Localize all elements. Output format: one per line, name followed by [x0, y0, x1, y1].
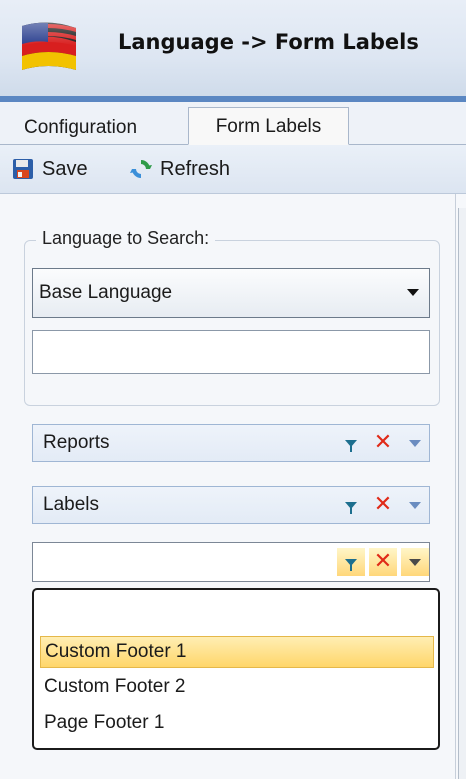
save-icon: [13, 159, 33, 179]
language-search-label: Language to Search:: [36, 228, 216, 249]
label-dropdown-list: Custom Footer 1 Custom Footer 2 Page Foo…: [32, 588, 440, 750]
chevron-down-icon: [407, 289, 419, 296]
filter-icon[interactable]: [337, 548, 365, 576]
list-item[interactable]: Custom Footer 2: [40, 672, 434, 704]
tab-configuration[interactable]: Configuration: [14, 112, 147, 144]
search-input[interactable]: [32, 330, 430, 374]
header-bar: Language -> Form Labels: [0, 0, 466, 102]
toolbar: Save Refresh: [0, 145, 466, 194]
reports-filter-label: Reports: [43, 432, 110, 453]
language-select[interactable]: Base Language: [32, 268, 430, 318]
labels-filter-label: Labels: [43, 494, 99, 515]
refresh-button[interactable]: Refresh: [130, 155, 230, 183]
refresh-icon: [130, 160, 152, 178]
page-title: Language -> Form Labels: [118, 30, 419, 54]
labels-filter-row[interactable]: Labels ✕: [32, 486, 430, 524]
splitter[interactable]: [458, 208, 466, 779]
flag-usa-germany-icon: [22, 22, 76, 71]
refresh-label: Refresh: [160, 157, 231, 180]
chevron-down-icon[interactable]: [401, 429, 429, 457]
list-item[interactable]: Page Footer 1: [40, 708, 434, 740]
tab-form-labels[interactable]: Form Labels: [188, 107, 349, 145]
list-item[interactable]: [40, 600, 434, 632]
filter-icon[interactable]: [337, 491, 365, 519]
clear-icon[interactable]: ✕: [369, 491, 397, 519]
clear-icon[interactable]: ✕: [369, 429, 397, 457]
clear-icon[interactable]: ✕: [369, 548, 397, 576]
tab-bar: Configuration Form Labels: [0, 102, 466, 145]
language-search-group: [24, 240, 440, 406]
filter-icon[interactable]: [337, 429, 365, 457]
chevron-down-icon[interactable]: [401, 548, 429, 576]
language-select-value: Base Language: [39, 282, 173, 303]
reports-filter-row[interactable]: Reports ✕: [32, 424, 430, 462]
label-filter-input[interactable]: ✕: [32, 542, 430, 582]
list-item[interactable]: Custom Footer 1: [40, 636, 434, 668]
chevron-down-icon[interactable]: [401, 491, 429, 519]
save-label: Save: [42, 157, 88, 180]
save-button[interactable]: Save: [12, 155, 88, 183]
